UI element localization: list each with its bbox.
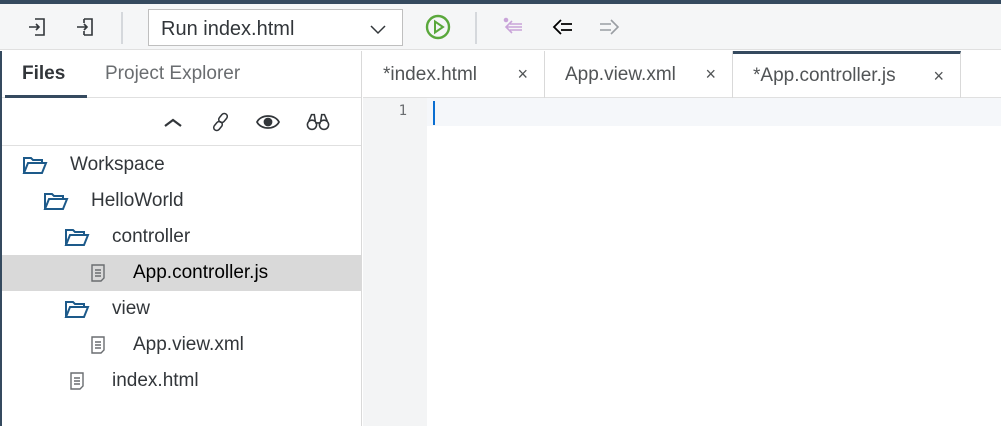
code-editor[interactable] — [427, 98, 1001, 426]
editor-tab-app-controller-js[interactable]: *App.controller.js × — [733, 51, 961, 98]
editor-tabs: *index.html × App.view.xml × *App.controll… — [363, 51, 1001, 98]
collapse-icon[interactable] — [161, 110, 185, 134]
tab-project-explorer[interactable]: Project Explorer — [105, 63, 240, 85]
panel-tabs: Files Project Explorer — [2, 51, 361, 98]
text-cursor — [433, 101, 435, 125]
binoculars-icon[interactable] — [306, 110, 330, 134]
file-icon — [64, 371, 90, 391]
close-icon[interactable]: × — [517, 64, 528, 85]
tree-item-label: view — [112, 298, 151, 319]
folder-open-icon — [64, 299, 90, 319]
tree-item[interactable]: HelloWorld — [2, 183, 361, 219]
import-icon[interactable] — [24, 14, 50, 40]
run-config-label: Run index.html — [161, 18, 295, 40]
tree-item-label: controller — [112, 226, 191, 247]
tree-item[interactable]: App.controller.js — [2, 255, 361, 291]
file-icon — [85, 335, 111, 355]
tab-label: App.view.xml — [565, 63, 676, 85]
chevron-down-icon — [368, 19, 388, 45]
eye-icon[interactable] — [256, 110, 280, 134]
run-icon[interactable] — [425, 14, 451, 40]
toolbar-separator — [121, 12, 123, 44]
toolbar-separator — [475, 12, 477, 44]
folder-open-icon — [64, 227, 90, 247]
tree-item[interactable]: Workspace — [2, 147, 361, 183]
editor-gutter — [363, 98, 427, 426]
tab-label: *App.controller.js — [753, 65, 896, 86]
tree-item-label: HelloWorld — [91, 190, 184, 211]
line-number: 1 — [398, 103, 407, 119]
tree-item-label: App.view.xml — [133, 334, 244, 355]
editor-tab-index-html[interactable]: *index.html × — [363, 51, 545, 98]
tree-item[interactable]: view — [2, 291, 361, 327]
tree-item-label: Workspace — [70, 154, 165, 175]
tree-item[interactable]: App.view.xml — [2, 327, 361, 363]
tree-item[interactable]: controller — [2, 219, 361, 255]
tab-label: *index.html — [383, 63, 477, 85]
files-panel: Files Project Explorer Workspace HelloWor… — [0, 51, 362, 426]
back-to-edit-icon[interactable] — [501, 14, 527, 40]
close-icon[interactable]: × — [933, 66, 944, 87]
arrow-right-icon[interactable] — [596, 14, 622, 40]
tree-actions — [2, 98, 361, 146]
close-icon[interactable]: × — [705, 64, 716, 85]
link-icon[interactable] — [209, 110, 233, 134]
tree-item[interactable]: index.html — [2, 363, 361, 399]
folder-open-icon — [22, 155, 48, 175]
toolbar: Run index.html — [0, 4, 1001, 50]
arrow-left-icon[interactable] — [550, 14, 576, 40]
tree-item-label: App.controller.js — [133, 262, 269, 283]
file-icon — [85, 263, 111, 283]
tree-item-label: index.html — [112, 370, 199, 391]
run-configuration-select[interactable]: Run index.html — [148, 9, 403, 46]
tab-files[interactable]: Files — [22, 63, 65, 85]
export-icon[interactable] — [72, 14, 98, 40]
folder-open-icon — [43, 191, 69, 211]
editor-tab-app-view-xml[interactable]: App.view.xml × — [545, 51, 733, 98]
